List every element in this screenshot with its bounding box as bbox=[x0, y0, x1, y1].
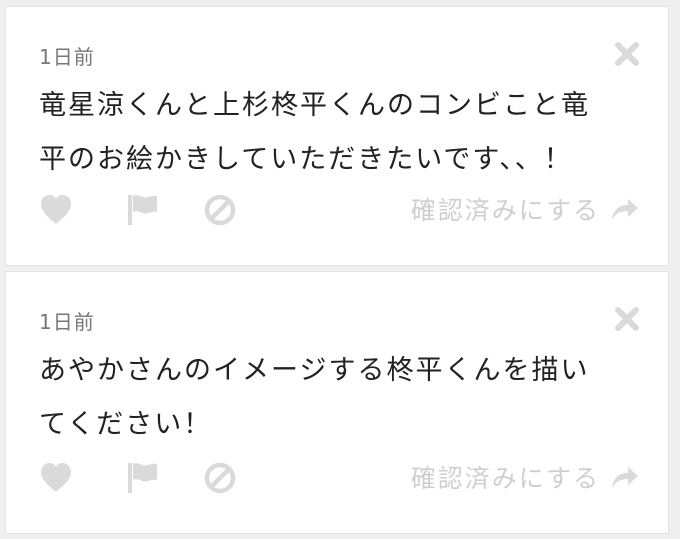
block-icon[interactable] bbox=[202, 461, 238, 495]
message-card: 1日前 竜星涼くんと上杉柊平くんのコンビこと竜 平のお絵かきしていただきたいです… bbox=[5, 6, 669, 266]
flag-icon[interactable] bbox=[124, 193, 160, 227]
message-feed: 1日前 竜星涼くんと上杉柊平くんのコンビこと竜 平のお絵かきしていただきたいです… bbox=[0, 0, 680, 539]
message-card: 1日前 あやかさんのイメージする柊平くんを描い てください！ 確認済みにする bbox=[5, 271, 669, 534]
mark-as-read-button[interactable]: 確認済みにする bbox=[411, 191, 640, 227]
message-text: 竜星涼くんと上杉柊平くんのコンビこと竜 平のお絵かきしていただきたいです、、！ bbox=[39, 90, 590, 175]
share-arrow-icon bbox=[612, 467, 638, 488]
action-bar: 確認済みにする bbox=[36, 189, 640, 229]
timestamp: 1日前 bbox=[39, 45, 95, 69]
heart-icon[interactable] bbox=[38, 461, 74, 495]
message-text: あやかさんのイメージする柊平くんを描い てください！ bbox=[39, 355, 590, 440]
mark-as-read-label: 確認済みにする bbox=[410, 464, 600, 493]
mark-as-read-label: 確認済みにする bbox=[410, 196, 600, 225]
heart-icon[interactable] bbox=[38, 193, 74, 227]
flag-icon[interactable] bbox=[124, 461, 160, 495]
close-icon[interactable] bbox=[612, 39, 642, 69]
action-bar: 確認済みにする bbox=[36, 457, 640, 497]
block-icon[interactable] bbox=[202, 193, 238, 227]
close-icon[interactable] bbox=[612, 304, 642, 334]
share-arrow-icon bbox=[612, 199, 638, 220]
timestamp: 1日前 bbox=[39, 310, 95, 334]
mark-as-read-button[interactable]: 確認済みにする bbox=[411, 459, 640, 495]
